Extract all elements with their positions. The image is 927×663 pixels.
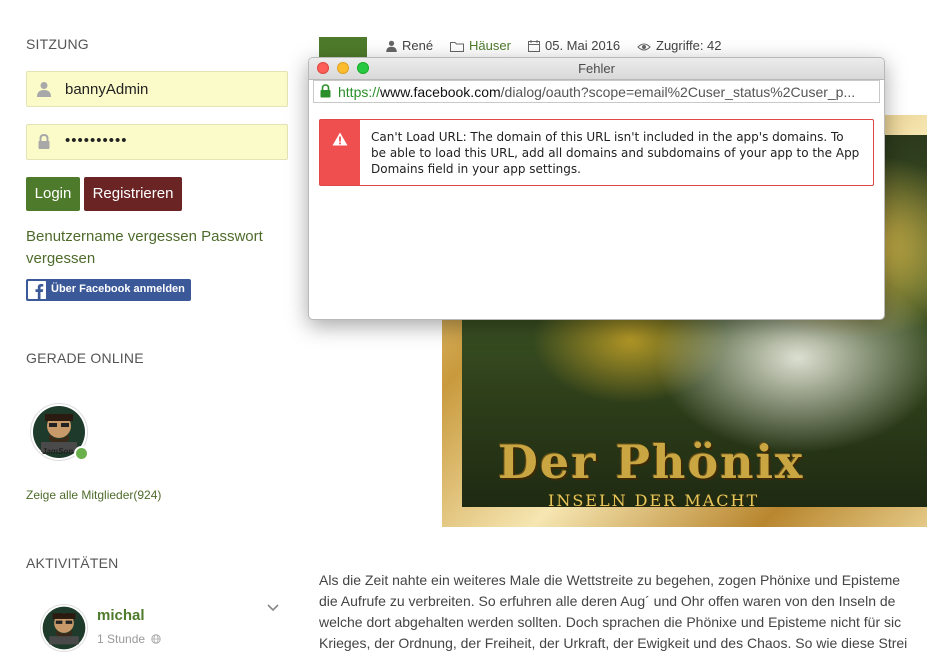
login-button[interactable]: Login bbox=[26, 177, 80, 211]
post-author: René bbox=[386, 38, 433, 53]
post-date-text: 05. Mai 2016 bbox=[545, 38, 621, 53]
url-host: www.facebook.com bbox=[380, 84, 501, 100]
error-message: Can't Load URL: The domain of this URL i… bbox=[371, 130, 860, 176]
post-category[interactable]: Häuser bbox=[450, 38, 511, 53]
activity-username[interactable]: michal bbox=[97, 607, 145, 624]
user-icon bbox=[37, 82, 51, 97]
painting-subtitle: INSELN DER MACHT bbox=[548, 491, 760, 510]
article-line: Krieges, der Ordnung, der Freiheit, der … bbox=[319, 635, 908, 651]
password-input[interactable]: •••••••••• bbox=[26, 124, 288, 160]
secure-lock-icon bbox=[320, 84, 331, 98]
article-line: Als die Zeit nahte ein weiteres Male die… bbox=[319, 572, 901, 588]
activities-heading: AKTIVITÄTEN bbox=[26, 555, 119, 571]
eye-icon bbox=[637, 43, 651, 51]
chevron-down-icon[interactable] bbox=[266, 603, 280, 613]
url-path: /dialog/oauth?scope=email%2Cuser_status%… bbox=[500, 84, 856, 100]
session-heading: SITZUNG bbox=[26, 36, 89, 52]
avatar-caption: JamSon bbox=[42, 447, 74, 456]
calendar-icon bbox=[528, 40, 540, 52]
facebook-icon bbox=[28, 281, 46, 299]
dialog-title: Fehler bbox=[578, 61, 615, 76]
facebook-login-label: Über Facebook anmelden bbox=[51, 283, 185, 295]
username-input[interactable]: bannyAdmin bbox=[26, 71, 288, 107]
facebook-login-button[interactable]: Über Facebook anmelden bbox=[26, 279, 191, 301]
online-heading: GERADE ONLINE bbox=[26, 350, 144, 366]
password-value: •••••••••• bbox=[65, 132, 128, 149]
article-line: die Aufrufe zu verbreiten. So erfuhren a… bbox=[319, 593, 896, 609]
post-author-text: René bbox=[402, 38, 434, 53]
activity-time-text: 1 Stunde bbox=[97, 632, 146, 646]
error-alert: Can't Load URL: The domain of this URL i… bbox=[319, 119, 874, 186]
error-alert-side bbox=[320, 120, 360, 185]
folder-icon bbox=[450, 42, 464, 52]
forgot-credentials-links[interactable]: Benutzername vergessen Passwort vergesse… bbox=[26, 226, 288, 270]
post-views-text: Zugriffe: 42 bbox=[656, 38, 722, 53]
article-body: Als die Zeit nahte ein weiteres Male die… bbox=[319, 570, 927, 654]
activity-avatar-image-icon bbox=[42, 606, 86, 650]
warning-icon bbox=[332, 132, 348, 146]
register-button[interactable]: Registrieren bbox=[84, 177, 182, 211]
dialog-url: https://www.facebook.com/dialog/oauth?sc… bbox=[338, 84, 878, 100]
article-line: welche dort abgehalten werden sollten. D… bbox=[319, 614, 902, 630]
url-protocol: https:// bbox=[338, 84, 381, 100]
username-value: bannyAdmin bbox=[65, 81, 149, 98]
author-icon bbox=[386, 40, 397, 52]
post-category-text: Häuser bbox=[469, 38, 511, 53]
activity-user-avatar[interactable] bbox=[40, 604, 88, 652]
post-date: 05. Mai 2016 bbox=[528, 38, 620, 53]
post-views: Zugriffe: 42 bbox=[637, 38, 722, 53]
error-dialog-window: Fehler https://www.facebook.com/dialog/o… bbox=[308, 57, 885, 320]
globe-icon bbox=[151, 634, 162, 644]
lock-icon bbox=[38, 134, 50, 149]
dialog-url-bar[interactable]: https://www.facebook.com/dialog/oauth?sc… bbox=[313, 80, 880, 103]
online-status-dot bbox=[74, 446, 89, 461]
dialog-titlebar[interactable]: Fehler bbox=[309, 58, 884, 80]
painting-title: Der Phönix bbox=[498, 435, 805, 489]
show-all-members-link[interactable]: Zeige alle Mitglieder(924) bbox=[26, 488, 161, 502]
activity-time: 1 Stunde bbox=[97, 632, 162, 646]
